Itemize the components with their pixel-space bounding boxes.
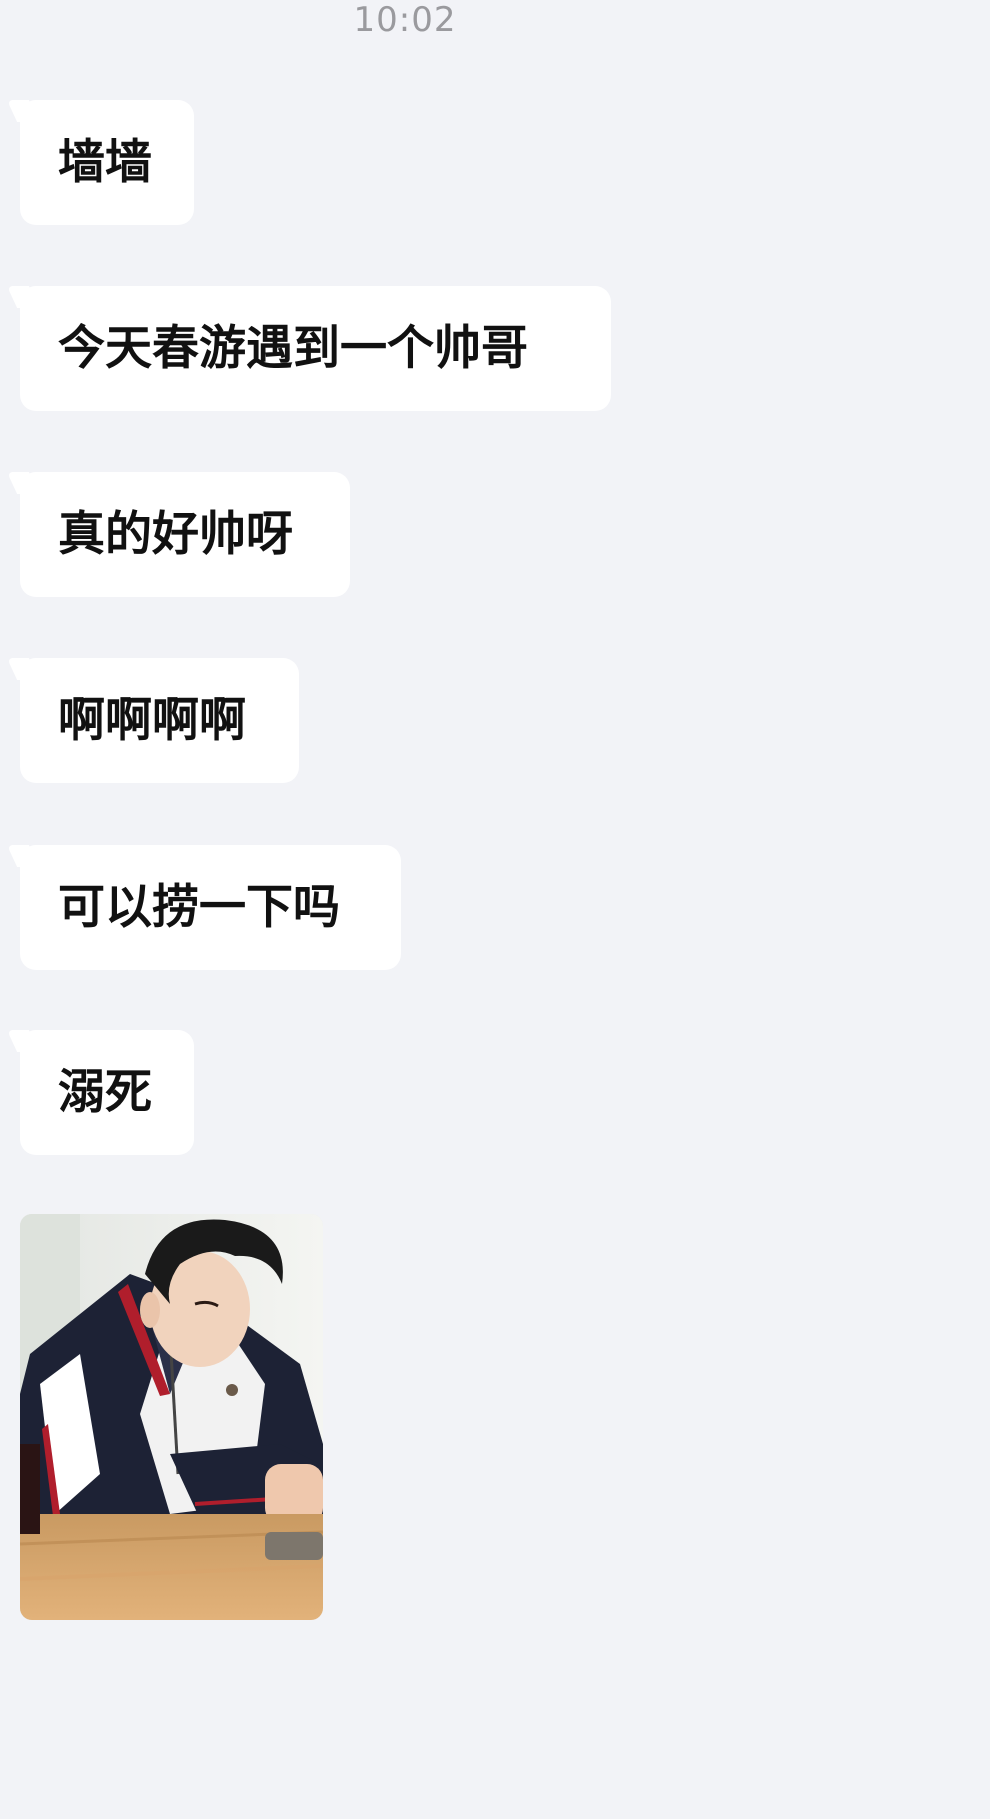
- message-text: 墙墙: [58, 134, 152, 190]
- bubble-tail: [6, 286, 40, 308]
- bubble-tail: [6, 472, 40, 494]
- photo-illustration: [20, 1214, 323, 1620]
- message-text: 今天春游遇到一个帅哥: [58, 320, 528, 376]
- message-timestamp: 10:02: [353, 0, 457, 40]
- message-text: 溺死: [58, 1064, 152, 1120]
- message-text: 可以捞一下吗: [58, 879, 340, 935]
- message-text: 真的好帅呀: [58, 506, 293, 562]
- bubble-tail: [6, 658, 40, 680]
- bubble-tail: [6, 1030, 40, 1052]
- bubble-tail: [6, 845, 40, 867]
- image-message[interactable]: [20, 1214, 323, 1620]
- bubble-tail: [6, 100, 40, 122]
- message-text: 啊啊啊啊: [58, 692, 246, 748]
